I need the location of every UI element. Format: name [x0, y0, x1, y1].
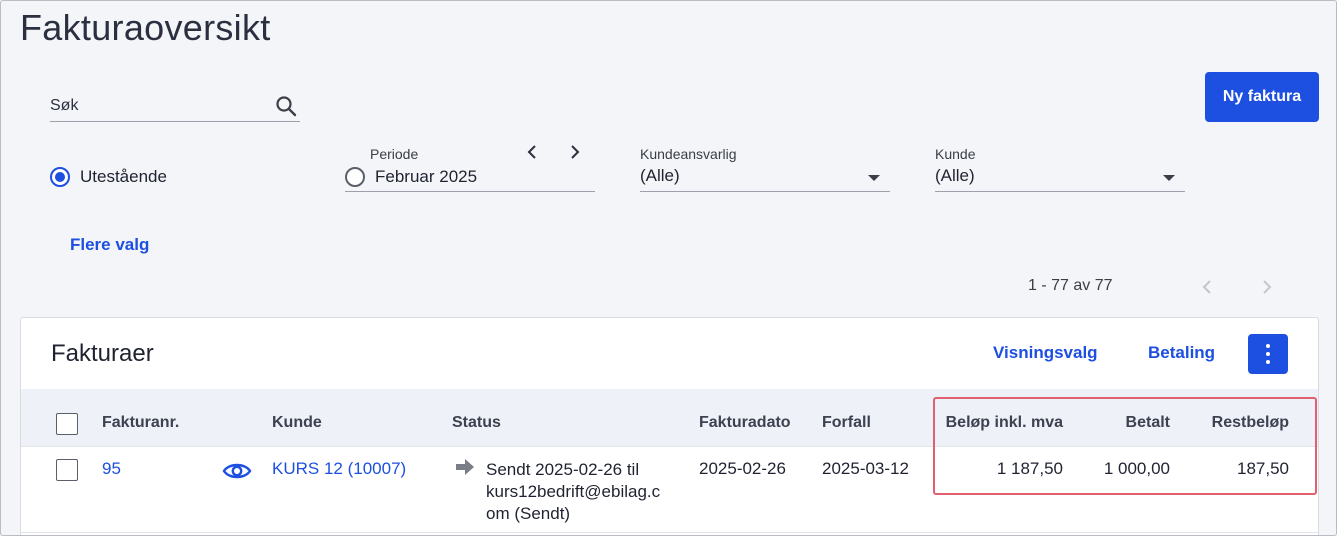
account-manager-underline — [640, 191, 890, 192]
chevron-down-icon[interactable] — [1163, 175, 1175, 181]
outstanding-radio-label[interactable]: Utestående — [80, 167, 167, 187]
period-value[interactable]: Februar 2025 — [375, 167, 477, 187]
status-line: Sendt 2025-02-26 til — [486, 460, 640, 479]
new-invoice-button[interactable]: Ny faktura — [1205, 72, 1319, 122]
search-icon[interactable] — [274, 94, 298, 118]
amount-columns-highlight — [933, 397, 1317, 495]
column-header[interactable]: Kunde — [272, 414, 322, 432]
customer-filter-underline — [935, 191, 1185, 192]
due-date: 2025-03-12 — [822, 459, 909, 478]
column-header[interactable]: Fakturadato — [699, 414, 791, 432]
more-options-link[interactable]: Flere valg — [70, 235, 149, 255]
eye-icon[interactable] — [222, 460, 252, 482]
column-header[interactable]: Status — [452, 414, 501, 432]
row-checkbox[interactable] — [56, 459, 78, 481]
invoice-number-link[interactable]: 95 — [102, 459, 121, 479]
more-vertical-icon[interactable] — [1248, 334, 1288, 374]
card-title: Fakturaer — [51, 340, 154, 367]
period-underline — [345, 191, 595, 192]
search-input[interactable] — [50, 93, 270, 119]
pagination-text: 1 - 77 av 77 — [1028, 277, 1113, 294]
outstanding-radio[interactable] — [50, 167, 70, 187]
row-divider — [21, 532, 1318, 533]
account-manager-label: Kundeansvarlig — [640, 146, 737, 162]
status-line: om (Sendt) — [486, 504, 571, 523]
search-field[interactable] — [50, 91, 300, 122]
status-text: Sendt 2025-02-26 til kurs12bedrift@ebila… — [486, 459, 660, 525]
customer-filter-select[interactable]: (Alle) — [935, 166, 975, 186]
account-manager-select[interactable]: (Alle) — [640, 166, 680, 186]
customer-link[interactable]: KURS 12 (10007) — [272, 459, 406, 479]
period-label: Periode — [370, 146, 419, 162]
customer-filter-label: Kunde — [935, 146, 976, 162]
chevron-right-icon[interactable] — [567, 143, 583, 161]
period-radio[interactable] — [345, 167, 365, 187]
page-prev-icon[interactable] — [1199, 278, 1215, 296]
view-options-link[interactable]: Visningsvalg — [993, 343, 1098, 363]
status-line: kurs12bedrift@ebilag.c — [486, 482, 661, 501]
page-next-icon[interactable] — [1259, 278, 1275, 296]
column-header[interactable]: Forfall — [822, 414, 871, 432]
chevron-left-icon[interactable] — [524, 143, 540, 161]
page-title: Fakturaoversikt — [20, 7, 271, 48]
column-header[interactable]: Fakturanr. — [102, 414, 179, 432]
chevron-down-icon[interactable] — [868, 175, 880, 181]
invoice-date: 2025-02-26 — [699, 459, 786, 478]
payment-link[interactable]: Betaling — [1148, 343, 1215, 363]
invoice-overview-page: Fakturaoversikt Ny faktura Utestående Pe… — [0, 0, 1337, 536]
select-all-checkbox[interactable] — [56, 413, 78, 435]
arrow-right-icon — [456, 459, 474, 475]
